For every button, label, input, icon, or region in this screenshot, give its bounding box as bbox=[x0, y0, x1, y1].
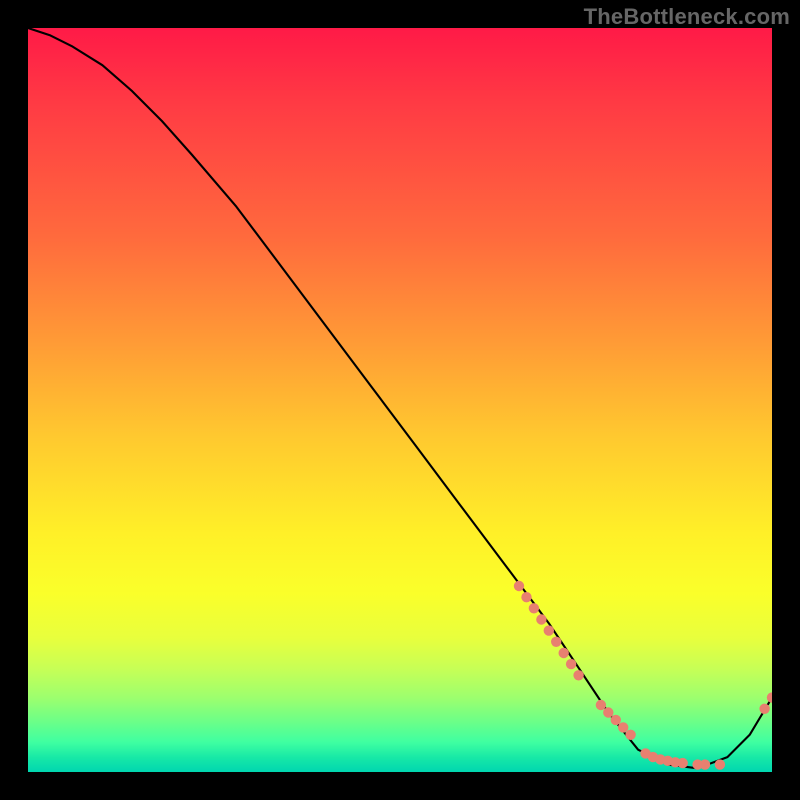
data-point bbox=[536, 614, 546, 624]
data-point bbox=[611, 715, 621, 725]
data-point bbox=[544, 625, 554, 635]
data-point bbox=[625, 730, 635, 740]
data-point bbox=[514, 581, 524, 591]
watermark-text: TheBottleneck.com bbox=[584, 4, 790, 30]
data-point bbox=[551, 637, 561, 647]
data-point bbox=[767, 692, 772, 702]
data-point bbox=[618, 722, 628, 732]
data-point bbox=[700, 759, 710, 769]
data-point bbox=[715, 759, 725, 769]
data-point bbox=[573, 670, 583, 680]
data-point bbox=[759, 704, 769, 714]
data-point bbox=[678, 758, 688, 768]
data-point bbox=[566, 659, 576, 669]
data-point bbox=[559, 648, 569, 658]
data-point bbox=[596, 700, 606, 710]
chart-frame: TheBottleneck.com bbox=[0, 0, 800, 800]
data-point bbox=[521, 592, 531, 602]
data-point bbox=[529, 603, 539, 613]
bottleneck-curve bbox=[28, 28, 772, 768]
chart-svg bbox=[28, 28, 772, 772]
data-point bbox=[603, 707, 613, 717]
plot-area bbox=[28, 28, 772, 772]
data-points-group bbox=[514, 581, 772, 770]
